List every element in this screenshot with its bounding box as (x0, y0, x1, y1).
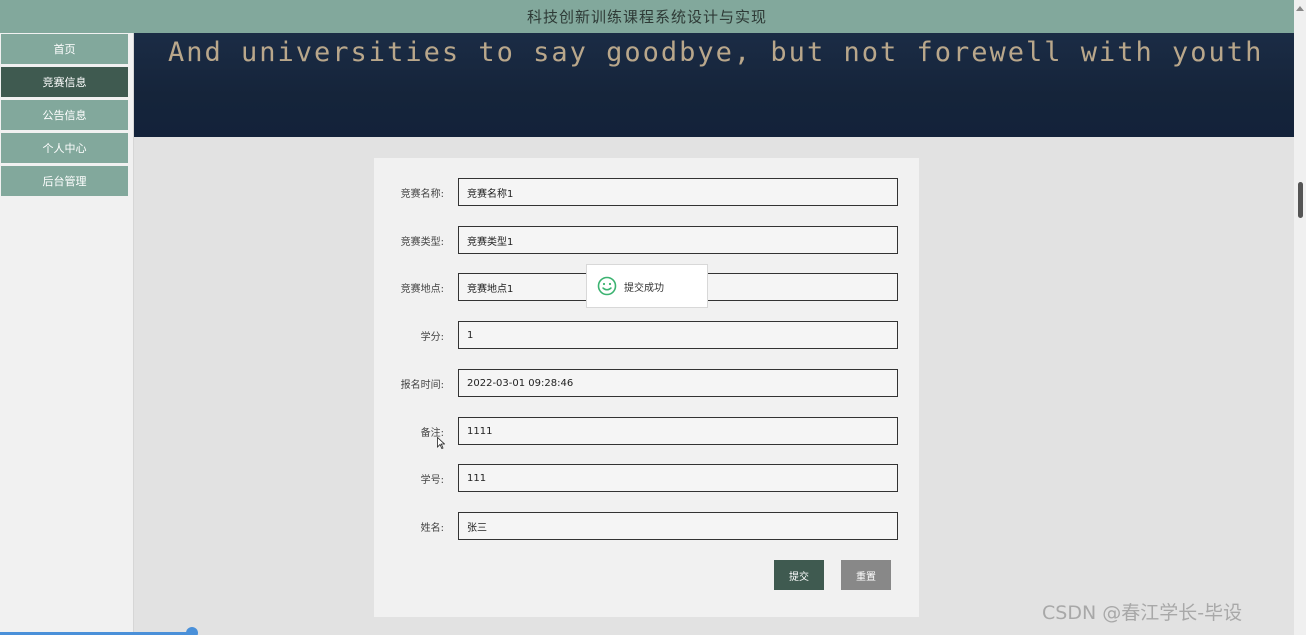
field-label: 学分: (420, 332, 444, 343)
top-header: 科技创新训练课程系统设计与实现 (0, 0, 1294, 33)
toast-message: 提交成功 (624, 282, 664, 294)
sidebar-item-label: 公告信息 (42, 109, 87, 122)
form-row-student-id: 学号: (374, 464, 919, 492)
form-row-remark: 备注: (374, 417, 919, 445)
sidebar-item-home[interactable]: 首页 (1, 34, 128, 64)
success-toast: 提交成功 (586, 264, 708, 308)
sidebar: 首页 竞赛信息 公告信息 个人中心 后台管理 (0, 33, 134, 635)
banner-slogan: And universities to say goodbye, but not… (168, 37, 1264, 68)
sidebar-item-label: 首页 (53, 43, 76, 56)
sidebar-item-label: 竞赛信息 (42, 76, 87, 89)
form-row-credits: 学分: (374, 321, 919, 349)
competition-form: 竞赛名称: 竞赛类型: 竞赛地点: 学分: 报名时间: 备注: 学号: 姓名: … (374, 158, 919, 617)
field-label: 姓名: (420, 523, 444, 534)
smile-icon (597, 276, 617, 296)
competition-type-input[interactable] (458, 226, 898, 254)
remark-input[interactable] (458, 417, 898, 445)
progress-handle[interactable] (186, 627, 198, 635)
form-row-name: 姓名: (374, 512, 919, 540)
field-label: 学号: (420, 475, 444, 486)
page-title: 科技创新训练课程系统设计与实现 (526, 8, 767, 26)
sidebar-item-personal[interactable]: 个人中心 (1, 133, 128, 163)
student-id-input[interactable] (458, 464, 898, 492)
submit-button[interactable]: 提交 (774, 560, 824, 590)
field-label: 报名时间: (400, 380, 444, 391)
credits-input[interactable] (458, 321, 898, 349)
name-input[interactable] (458, 512, 898, 540)
field-label: 竞赛类型: (400, 237, 444, 248)
form-row-signup-time: 报名时间: (374, 369, 919, 397)
mouse-cursor-icon (437, 437, 445, 449)
banner: And universities to say goodbye, but not… (134, 33, 1294, 137)
sidebar-item-label: 后台管理 (42, 175, 87, 188)
scroll-up-icon[interactable] (1296, 6, 1304, 11)
watermark: CSDN @春江学长-毕设 (1042, 602, 1243, 624)
form-row-competition-type: 竞赛类型: (374, 226, 919, 254)
sidebar-item-admin[interactable]: 后台管理 (1, 166, 128, 196)
vertical-scrollbar[interactable] (1294, 0, 1306, 635)
signup-time-input[interactable] (458, 369, 898, 397)
sidebar-item-label: 个人中心 (42, 142, 87, 155)
sidebar-item-competition[interactable]: 竞赛信息 (1, 67, 128, 97)
sidebar-item-announcement[interactable]: 公告信息 (1, 100, 128, 130)
field-label: 竞赛地点: (400, 284, 444, 295)
competition-name-input[interactable] (458, 178, 898, 206)
reset-button[interactable]: 重置 (841, 560, 891, 590)
field-label: 竞赛名称: (400, 189, 444, 200)
scrollbar-thumb[interactable] (1298, 182, 1303, 218)
form-row-competition-name: 竞赛名称: (374, 178, 919, 206)
